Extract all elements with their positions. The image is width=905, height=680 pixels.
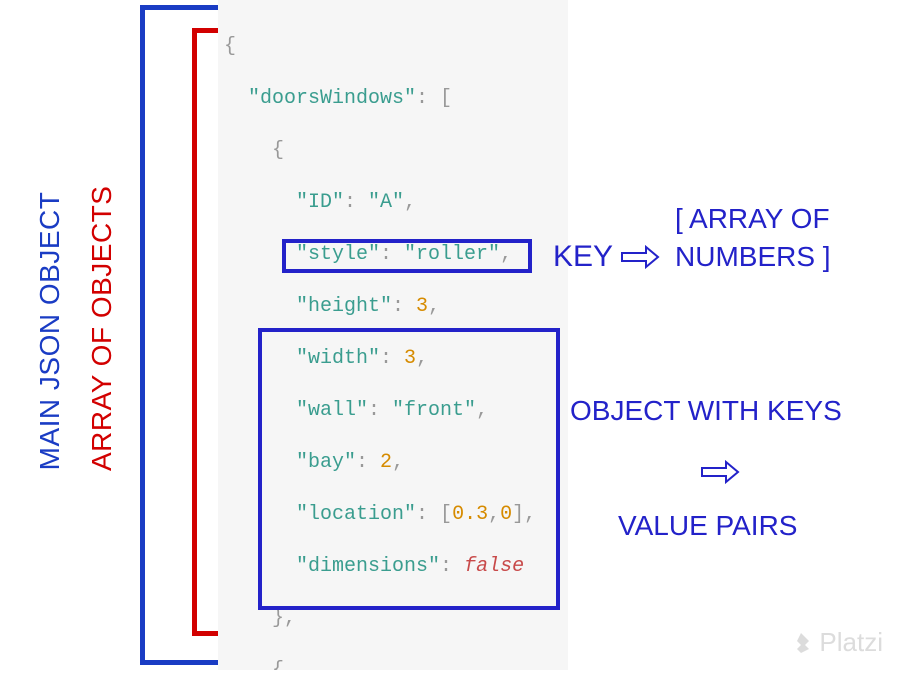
- arrow-icon: [700, 460, 740, 484]
- arrow-icon: [620, 245, 660, 269]
- main-json-object-label: MAIN JSON OBJECT: [34, 191, 66, 471]
- array-of-numbers-annotation: [ ARRAY OF NUMBERS ]: [675, 200, 831, 276]
- highlight-location-key: [282, 239, 532, 273]
- array-of-objects-label: ARRAY OF OBJECTS: [86, 191, 118, 471]
- code-brace-open: {: [224, 35, 236, 58]
- object-with-keys-annotation: OBJECT WITH KEYS: [570, 395, 842, 427]
- highlight-object-b: [258, 328, 560, 610]
- code-key-doorswindows: "doorsWindows": [248, 87, 416, 110]
- key-annotation: KEY: [553, 240, 613, 274]
- platzi-logo-icon: [789, 631, 813, 655]
- code-obj-b-open: {: [224, 659, 284, 670]
- json-diagram: MAIN JSON OBJECT ARRAY OF OBJECTS { "doo…: [0, 0, 905, 680]
- value-pairs-annotation: VALUE PAIRS: [618, 510, 797, 542]
- code-obj-a-open: {: [224, 139, 284, 162]
- platzi-watermark: Platzi: [789, 627, 883, 658]
